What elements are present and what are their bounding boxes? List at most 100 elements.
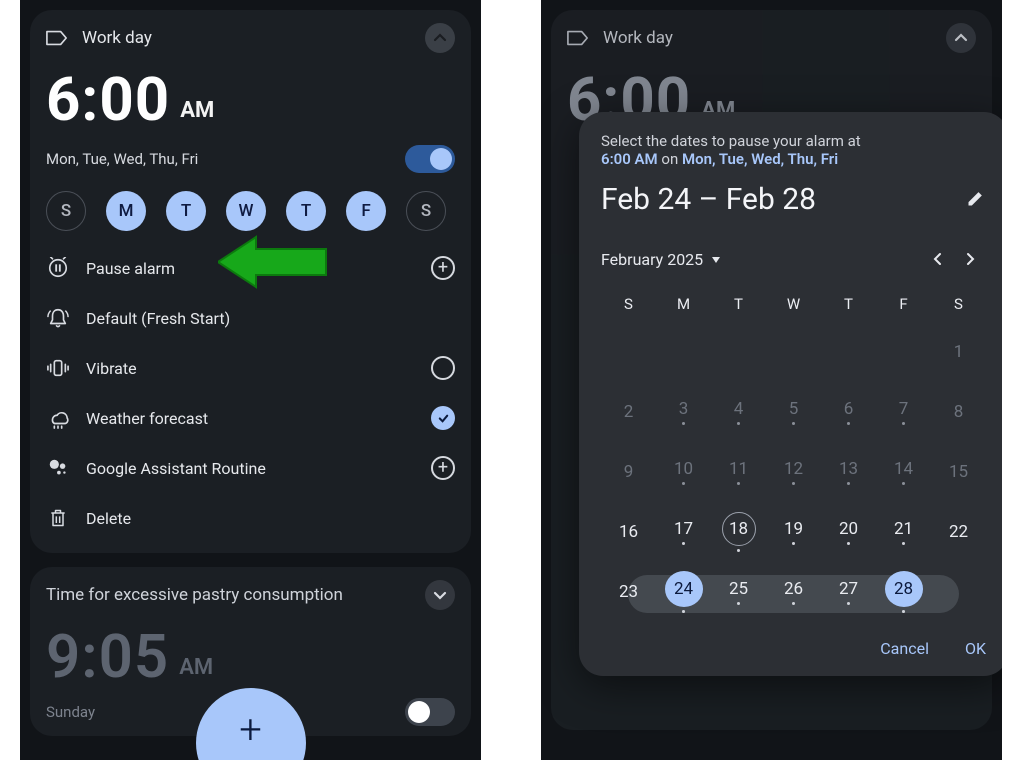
calendar-day-number: 16 <box>619 522 638 542</box>
calendar-day-number: 8 <box>954 402 964 422</box>
calendar-day[interactable]: 3 <box>656 391 711 433</box>
alarm-dot <box>682 422 686 426</box>
calendar-day[interactable]: 15 <box>931 451 986 493</box>
vibrate-checkbox[interactable] <box>431 356 455 380</box>
alarm-dot <box>792 542 796 546</box>
option-weather[interactable]: Weather forecast <box>46 393 455 443</box>
option-delete[interactable]: Delete <box>46 493 455 543</box>
calendar-day[interactable]: 9 <box>601 451 656 493</box>
calendar-day[interactable]: 25 <box>711 571 766 613</box>
calendar-day-number: 28 <box>885 571 923 607</box>
calendar-day[interactable]: 16 <box>601 511 656 553</box>
calendar-day[interactable]: 8 <box>931 391 986 433</box>
bell-icon <box>46 307 70 329</box>
day-toggle-0[interactable]: S <box>46 191 86 231</box>
alarm-dot <box>847 482 851 486</box>
day-toggle-4[interactable]: T <box>286 191 326 231</box>
assistant-icon <box>46 457 70 479</box>
calendar-day[interactable]: 5 <box>766 391 821 433</box>
weather-icon <box>46 407 70 429</box>
calendar-day[interactable]: 14 <box>876 451 931 493</box>
ok-button[interactable]: OK <box>965 639 986 658</box>
calendar-day[interactable]: 10 <box>656 451 711 493</box>
dow-label: T <box>711 295 766 313</box>
option-assistant[interactable]: Google Assistant Routine + <box>46 443 455 493</box>
calendar-day[interactable]: 23 <box>601 571 656 613</box>
calendar-day[interactable]: 24 <box>656 571 711 613</box>
calendar-week-row: 232425262728 <box>601 571 986 613</box>
edit-range-button[interactable] <box>966 188 986 212</box>
option-sound[interactable]: Default (Fresh Start) <box>46 293 455 343</box>
calendar-day[interactable]: 4 <box>711 391 766 433</box>
alarm-title[interactable]: Work day <box>82 28 411 48</box>
calendar-day-number: 10 <box>674 459 693 479</box>
triangle-down-icon[interactable] <box>711 250 721 269</box>
calendar-day <box>876 331 931 373</box>
add-pause-button[interactable]: + <box>431 256 455 280</box>
calendar-day-number: 21 <box>894 519 913 539</box>
alarm-title: Work day <box>603 28 932 48</box>
option-vibrate[interactable]: Vibrate <box>46 343 455 393</box>
alarm-dot <box>682 482 686 486</box>
alarm-dot <box>792 602 796 606</box>
dialog-hint-days: Mon, Tue, Wed, Thu, Fri <box>682 150 838 168</box>
month-label[interactable]: February 2025 <box>601 250 703 269</box>
expand-button[interactable] <box>425 580 455 610</box>
alarm-dot <box>847 602 851 606</box>
calendar-day[interactable]: 6 <box>821 391 876 433</box>
alarm-dot <box>737 422 741 426</box>
calendar-day-number: 14 <box>894 459 913 479</box>
calendar-day[interactable]: 13 <box>821 451 876 493</box>
add-routine-button[interactable]: + <box>431 456 455 480</box>
alarm-dot <box>847 542 851 546</box>
alarm-card-workday: Work day 6:00 AM Mon, Tue, Wed, Thu, Fri… <box>30 10 471 553</box>
day-toggle-3[interactable]: W <box>226 191 266 231</box>
calendar-day[interactable]: 1 <box>931 331 986 373</box>
weather-checkbox[interactable] <box>431 406 455 430</box>
alarm-toggle[interactable] <box>405 698 455 726</box>
cancel-button[interactable]: Cancel <box>880 639 929 658</box>
calendar-day[interactable]: 20 <box>821 511 876 553</box>
day-toggle-5[interactable]: F <box>346 191 386 231</box>
calendar-day[interactable]: 2 <box>601 391 656 433</box>
calendar-day <box>711 331 766 373</box>
trash-icon <box>46 507 70 529</box>
calendar-day[interactable]: 11 <box>711 451 766 493</box>
calendar-day[interactable]: 19 <box>766 511 821 553</box>
calendar-day <box>656 331 711 373</box>
alarm-dot <box>682 610 686 613</box>
option-label: Pause alarm <box>86 259 415 278</box>
calendar-dow-header: SMTWTFS <box>601 295 986 313</box>
calendar-day[interactable]: 21 <box>876 511 931 553</box>
calendar-day[interactable]: 7 <box>876 391 931 433</box>
alarm-time[interactable]: 6:00 AM <box>46 64 455 135</box>
day-toggle-2[interactable]: T <box>166 191 206 231</box>
day-toggle-1[interactable]: M <box>106 191 146 231</box>
day-toggle-6[interactable]: S <box>406 191 446 231</box>
calendar-day[interactable]: 12 <box>766 451 821 493</box>
calendar-day[interactable]: 27 <box>821 571 876 613</box>
calendar-day-number: 22 <box>949 522 968 542</box>
option-pause-alarm[interactable]: Pause alarm + <box>46 243 455 293</box>
alarm-time[interactable]: 9:05 AM <box>46 621 455 692</box>
alarm-dot <box>737 549 741 553</box>
pause-circle-icon <box>46 257 70 279</box>
collapse-button[interactable] <box>425 23 455 53</box>
calendar-day-number: 9 <box>624 462 634 482</box>
next-month-button[interactable] <box>954 243 986 275</box>
calendar-day-number: 15 <box>949 462 968 482</box>
plus-icon: + <box>239 706 262 753</box>
calendar-day[interactable]: 17 <box>656 511 711 553</box>
calendar-day[interactable]: 26 <box>766 571 821 613</box>
phone-left: Work day 6:00 AM Mon, Tue, Wed, Thu, Fri… <box>20 0 481 760</box>
days-summary: Mon, Tue, Wed, Thu, Fri <box>46 150 198 168</box>
calendar-day-number: 5 <box>789 399 799 419</box>
calendar-day[interactable]: 22 <box>931 511 986 553</box>
alarm-title[interactable]: Time for excessive pastry consumption <box>46 585 411 605</box>
prev-month-button[interactable] <box>922 243 954 275</box>
calendar-day[interactable]: 28 <box>876 571 931 613</box>
calendar-day[interactable]: 18 <box>711 511 766 553</box>
dow-label: M <box>656 295 711 313</box>
alarm-toggle[interactable] <box>405 145 455 173</box>
alarm-dot <box>902 422 906 426</box>
